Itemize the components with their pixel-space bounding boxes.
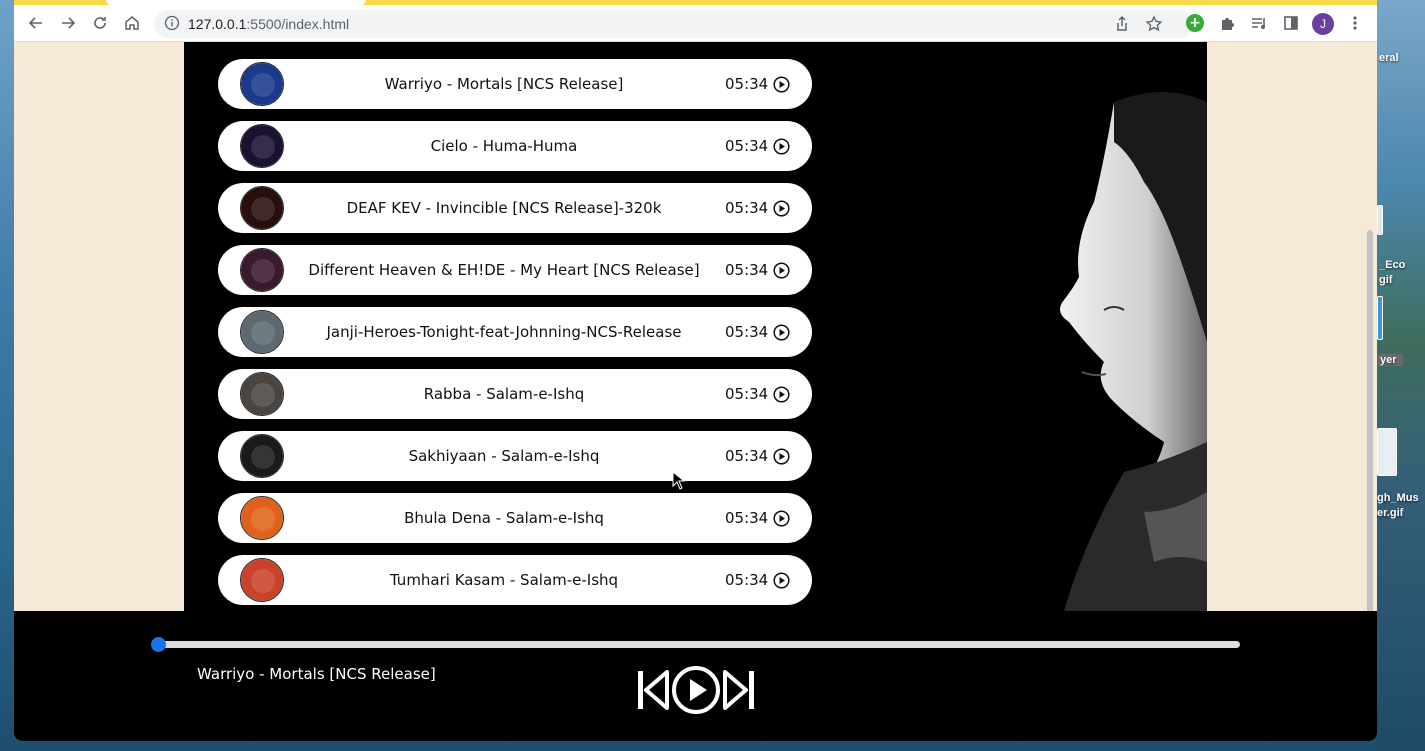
page-viewport: Warriyo - Mortals [NCS Release] 05:34 Ciel… [14, 42, 1377, 611]
kebab-menu-icon[interactable] [1345, 13, 1365, 33]
url-text: 127.0.0.1:5500/index.html [188, 15, 349, 33]
song-cover-image [240, 186, 284, 230]
site-info-icon[interactable] [164, 15, 180, 31]
progress-thumb[interactable] [151, 637, 166, 652]
player-bar: Warriyo - Mortals [NCS Release] [14, 611, 1377, 741]
song-cover-image [240, 496, 284, 540]
desktop-file-label[interactable]: yer [1377, 354, 1403, 366]
desktop-file-thumbnail[interactable] [1377, 205, 1383, 235]
song-cover-image [240, 310, 284, 354]
song-item[interactable]: Sakhiyaan - Salam-e-Ishq 05:34 [218, 431, 812, 481]
song-cover-image [240, 558, 284, 602]
star-icon[interactable] [1144, 14, 1164, 34]
song-title: Bhula Dena - Salam-e-Ishq [404, 509, 604, 527]
song-cover-image [240, 434, 284, 478]
play-circle-icon[interactable] [773, 448, 790, 465]
song-item[interactable]: Janji-Heroes-Tonight-feat-Johnning-NCS-R… [218, 307, 812, 357]
progress-slider[interactable] [151, 637, 1240, 652]
extension-add-icon[interactable]: + [1186, 14, 1204, 32]
now-playing-title: Warriyo - Mortals [NCS Release] [197, 665, 436, 683]
song-duration: 05:34 [725, 75, 769, 93]
play-circle-icon[interactable] [773, 200, 790, 217]
play-circle-icon[interactable] [773, 138, 790, 155]
song-title: Janji-Heroes-Tonight-feat-Johnning-NCS-R… [326, 323, 682, 341]
song-duration: 05:34 [725, 261, 769, 279]
song-title: Warriyo - Mortals [NCS Release] [384, 75, 624, 93]
home-icon[interactable] [122, 13, 142, 33]
song-title: Sakhiyaan - Salam-e-Ishq [408, 447, 600, 465]
song-duration: 05:34 [725, 571, 769, 589]
song-cover-image [240, 248, 284, 292]
desktop-file-thumbnail[interactable] [1377, 296, 1383, 340]
song-duration: 05:34 [725, 137, 769, 155]
reload-icon[interactable] [90, 13, 110, 33]
mouse-cursor-icon [672, 471, 686, 490]
song-cover-image [240, 124, 284, 168]
skip-previous-icon[interactable] [636, 669, 670, 711]
song-item[interactable]: Tumhari Kasam - Salam-e-Ishq 05:34 [218, 555, 812, 605]
media-queue-icon[interactable] [1249, 13, 1269, 33]
skip-next-icon[interactable] [722, 669, 756, 711]
playback-controls [636, 663, 756, 717]
desktop-file-label[interactable]: gif [1379, 274, 1425, 286]
desktop-file-thumbnail[interactable] [1377, 428, 1397, 476]
share-icon[interactable] [1112, 14, 1132, 34]
song-item[interactable]: Bhula Dena - Salam-e-Ishq 05:34 [218, 493, 812, 543]
song-item[interactable]: Warriyo - Mortals [NCS Release] 05:34 [218, 59, 812, 109]
url-path: :5500/index.html [246, 16, 350, 32]
desktop-wallpaper-right: eral _Eco gif yer gh_Mus er.gif [1377, 0, 1425, 751]
music-stage: Warriyo - Mortals [NCS Release] 05:34 Ciel… [184, 42, 1207, 611]
play-circle-icon[interactable] [773, 324, 790, 341]
song-cover-image [240, 372, 284, 416]
song-title: DEAF KEV - Invincible [NCS Release]-320k [346, 199, 662, 217]
arrow-right-icon[interactable] [58, 13, 78, 33]
play-circle-icon[interactable] [773, 262, 790, 279]
song-item[interactable]: Rabba - Salam-e-Ishq 05:34 [218, 369, 812, 419]
song-duration: 05:34 [725, 447, 769, 465]
side-panel-icon[interactable] [1281, 13, 1301, 33]
browser-toolbar: 127.0.0.1:5500/index.html + J [14, 5, 1377, 42]
url-host: 127.0.0.1 [188, 16, 247, 32]
browser-window: 127.0.0.1:5500/index.html + J Warriyo - … [14, 0, 1377, 741]
desktop-wallpaper-left [0, 0, 14, 751]
arrow-left-icon[interactable] [26, 13, 46, 33]
playlist: Warriyo - Mortals [NCS Release] 05:34 Ciel… [218, 59, 812, 611]
song-title: Cielo - Huma-Huma [430, 137, 578, 155]
song-item[interactable]: DEAF KEV - Invincible [NCS Release]-320k… [218, 183, 812, 233]
song-title: Different Heaven & EH!DE - My Heart [NCS… [308, 261, 700, 279]
desktop-file-label[interactable]: _Eco [1379, 259, 1425, 271]
song-title: Tumhari Kasam - Salam-e-Ishq [389, 571, 619, 589]
puzzle-icon[interactable] [1217, 13, 1237, 33]
play-circle-icon[interactable] [671, 665, 721, 715]
page-scrollbar[interactable] [1367, 230, 1373, 611]
song-duration: 05:34 [725, 509, 769, 527]
play-circle-icon[interactable] [773, 76, 790, 93]
play-circle-icon[interactable] [773, 386, 790, 403]
address-bar[interactable]: 127.0.0.1:5500/index.html [154, 10, 1194, 38]
play-circle-icon[interactable] [773, 510, 790, 527]
song-item[interactable]: Different Heaven & EH!DE - My Heart [NCS… [218, 245, 812, 295]
song-duration: 05:34 [725, 323, 769, 341]
desktop-file-label[interactable]: gh_Mus [1377, 492, 1425, 504]
play-circle-icon[interactable] [773, 572, 790, 589]
desktop-file-label[interactable]: er.gif [1377, 507, 1425, 519]
desktop-file-label[interactable]: eral [1379, 52, 1425, 64]
profile-avatar[interactable]: J [1312, 13, 1334, 35]
background-portrait-image [964, 42, 1207, 611]
song-title: Rabba - Salam-e-Ishq [423, 385, 585, 403]
song-duration: 05:34 [725, 199, 769, 217]
song-duration: 05:34 [725, 385, 769, 403]
song-item[interactable]: Cielo - Huma-Huma 05:34 [218, 121, 812, 171]
song-cover-image [240, 62, 284, 106]
